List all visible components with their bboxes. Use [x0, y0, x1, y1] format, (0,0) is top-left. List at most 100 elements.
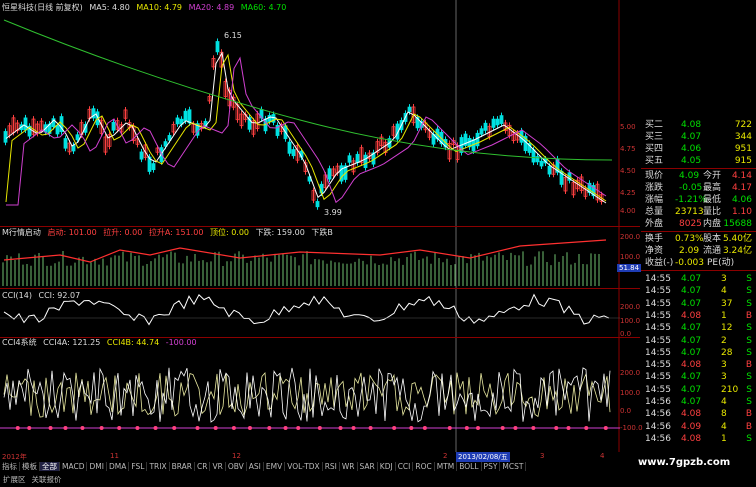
stat-row: 外盘 8025 内盘 15688 [645, 219, 752, 229]
tick-row: 14:55 4.07 210 S [645, 384, 752, 395]
tab-cr[interactable]: CR [195, 462, 211, 471]
price-scale-4: 4.00 [620, 207, 636, 215]
high-annotation: 6.15 [224, 31, 242, 40]
tab-mcst[interactable]: MCST [500, 462, 527, 471]
candle-body [151, 163, 156, 171]
stock-title: 恒星科技(日线 前复权) [2, 3, 83, 12]
tab-boll[interactable]: BOLL [457, 462, 482, 471]
cci4-marker [27, 426, 32, 430]
ma60-label: MA60: 4.70 [240, 3, 287, 12]
cci4-marker [117, 426, 122, 430]
price-scale-1: 4.75 [620, 145, 636, 153]
ind1-c: 拉升A: 151.00 [148, 228, 204, 237]
bottom-tab[interactable]: 扩展区 [0, 475, 29, 484]
tick-row: 14:56 4.07 4 S [645, 397, 752, 407]
stat-row: 总量 23713 量比 1.10 [645, 207, 752, 217]
tab-模板[interactable]: 模板 [20, 462, 40, 471]
bottom-tabs[interactable]: 扩展区 关联报价 [0, 474, 65, 485]
tab-obv[interactable]: OBV [225, 462, 247, 471]
candle-body [355, 153, 360, 163]
ind1-header: M行情启动 启动: 101.00 拉升: 0.00 拉升A: 151.00 顶位… [2, 227, 337, 239]
cci4-marker [513, 426, 518, 430]
cci4-marker [531, 426, 536, 430]
axis-month: 2 [443, 452, 448, 460]
ma5-line [5, 51, 607, 204]
candle-body [287, 141, 292, 154]
tab-roc[interactable]: ROC [413, 462, 435, 471]
tab-wr[interactable]: WR [339, 462, 358, 471]
quote-panel: 买二 4.08 722 买三 4.07 344 买四 4.06 951 买五 4.05 915 … [641, 112, 756, 452]
candle-body [315, 201, 320, 208]
tab-vol-tdx[interactable]: VOL-TDX [285, 462, 323, 471]
ind2-header: CCI(14) CCI: 92.07 [2, 290, 84, 302]
tab-全部[interactable]: 全部 [40, 462, 60, 471]
tick-row: 14:55 4.07 4 S [645, 286, 752, 297]
cci4-marker [153, 426, 158, 430]
candle-body [479, 128, 484, 135]
cci4-marker [464, 426, 469, 430]
tab-emv[interactable]: EMV [263, 462, 286, 471]
candle-body [111, 121, 116, 131]
tab-cci[interactable]: CCI [395, 462, 414, 471]
cci4-marker [476, 426, 481, 430]
indicator-tabs[interactable]: 指标 模板 全部 MACD DMI DMA FSL TRIX BRAR CR VR OBV ASI EMV… [0, 461, 527, 472]
candle-body [3, 131, 8, 143]
ask-row[interactable]: 买二 4.08 722 [641, 119, 756, 131]
ask-row[interactable]: 买四 4.06 951 [641, 143, 756, 155]
ind2-scale-0: 200.0 [620, 303, 641, 311]
candle-body [499, 115, 504, 124]
cci4-marker [213, 426, 218, 430]
ask-row[interactable]: 买三 4.07 344 [641, 131, 756, 143]
tab-asi[interactable]: ASI [246, 462, 264, 471]
candle-body [75, 134, 80, 141]
cci4-marker [135, 426, 140, 430]
candle-body [495, 118, 500, 126]
axis-month: 3 [540, 452, 545, 460]
tab-mtm[interactable]: MTM [434, 462, 458, 471]
candle-body [491, 118, 496, 128]
tab-rsi[interactable]: RSI [322, 462, 340, 471]
candle-body [291, 149, 296, 157]
tab-brar[interactable]: BRAR [169, 462, 196, 471]
tab-sar[interactable]: SAR [357, 462, 378, 471]
tab-macd[interactable]: MACD [60, 462, 88, 471]
candle-body [347, 155, 352, 163]
cci4-marker [392, 426, 397, 430]
tab-trix[interactable]: TRIX [147, 462, 170, 471]
tab-dmi[interactable]: DMI [87, 462, 107, 471]
bottom-tab[interactable]: 关联报价 [29, 475, 65, 484]
tick-row: 14:55 4.07 3 S [645, 372, 752, 383]
tab-vr[interactable]: VR [210, 462, 226, 471]
ask-row[interactable]: 买五 4.05 915 [641, 155, 756, 167]
candle-body [407, 106, 412, 113]
cci4-marker [99, 426, 104, 430]
ind3-scale-0: 200.0 [620, 369, 641, 377]
cci4-marker [566, 426, 571, 430]
pane-divider [0, 288, 640, 289]
ind3-b: CCI4B: 44.74 [106, 338, 160, 347]
cci4-marker [447, 426, 452, 430]
cci4-marker [48, 426, 53, 430]
candle-body [539, 160, 544, 167]
tab-kdj[interactable]: KDJ [377, 462, 396, 471]
cci4-marker [351, 426, 356, 430]
tab-fsl[interactable]: FSL [129, 462, 148, 471]
axis-month: 12 [232, 452, 241, 460]
candle-body [483, 122, 488, 131]
tick-row: 14:56 4.09 4 B [645, 421, 752, 432]
ma5-label: MA5: 4.80 [89, 3, 130, 12]
tab-psy[interactable]: PSY [481, 462, 501, 471]
ma10-label: MA10: 4.79 [136, 3, 183, 12]
stat-row: 换手 0.73% 股本 5.40亿 [645, 234, 752, 244]
ind1-marker: 51.84 [617, 264, 642, 272]
ind3-name: CCI4系统 [2, 338, 37, 347]
candle-body [63, 138, 68, 149]
ind1-line [3, 239, 607, 263]
tab-指标[interactable]: 指标 [0, 462, 20, 471]
ind3-scale-2: 0.0 [620, 407, 632, 415]
axis-month: 11 [110, 452, 119, 460]
main-header: 恒星科技(日线 前复权) MA5: 4.80 MA10: 4.79 MA20: … [2, 2, 290, 14]
candle-body [55, 125, 60, 135]
cci4-marker [296, 426, 301, 430]
tab-dma[interactable]: DMA [106, 462, 130, 471]
